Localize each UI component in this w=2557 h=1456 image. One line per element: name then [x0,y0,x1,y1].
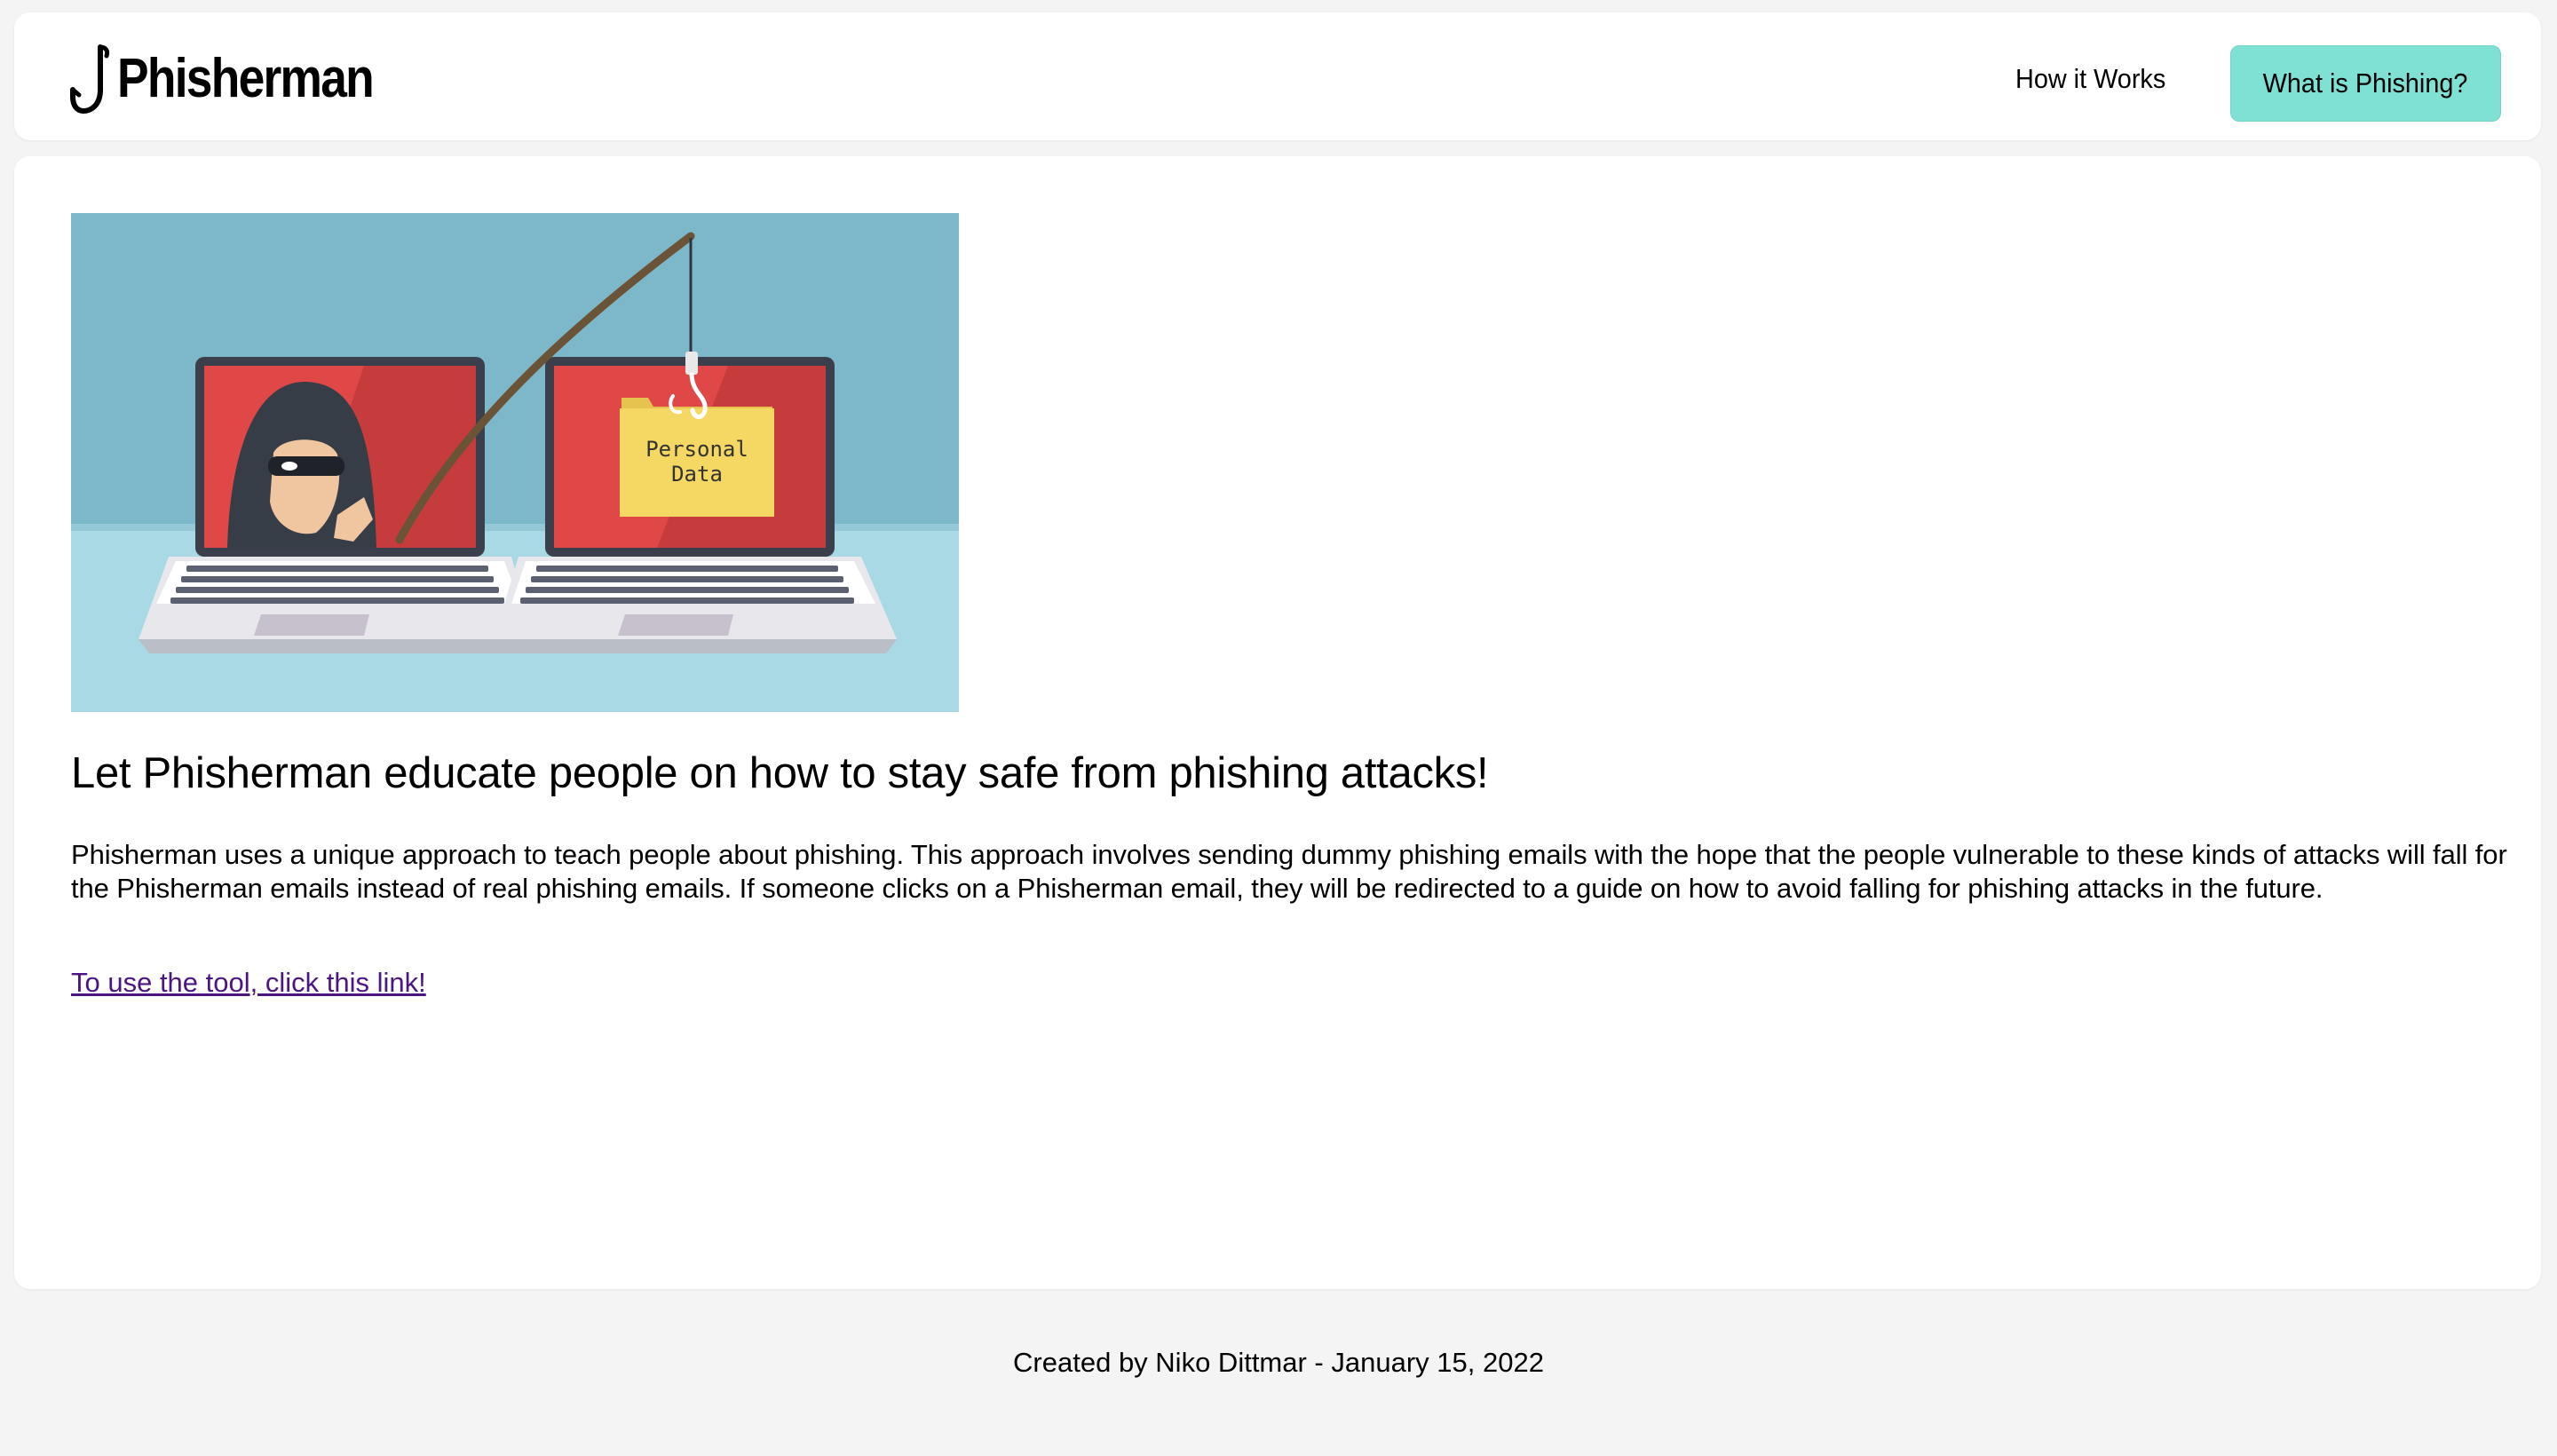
main-card: Personal Data Let Phisherman educate peo… [14,156,2541,1289]
folder-label-line-2: Data [671,462,723,487]
footer-credit: Created by Niko Dittmar - January 15, 20… [1013,1347,1544,1378]
nav-link-how-it-works[interactable]: How it Works [2015,62,2165,95]
description-paragraph: Phisherman uses a unique approach to tea… [71,839,2507,904]
brand-logo[interactable]: Phisherman [69,39,415,119]
brand-name: Phisherman [117,48,375,109]
folder-label-line-1: Personal [645,437,748,462]
page-headline: Let Phisherman educate people on how to … [71,749,1489,797]
what-is-phishing-button[interactable]: What is Phishing? [2230,45,2501,122]
fish-hook-icon [70,44,110,114]
navbar: Phisherman How it Works What is Phishing… [14,12,2541,140]
what-is-phishing-label: What is Phishing? [2263,67,2468,99]
left-laptop [139,357,534,653]
hero-illustration: Personal Data [71,213,959,712]
use-tool-link[interactable]: To use the tool, click this link! [71,966,426,1000]
